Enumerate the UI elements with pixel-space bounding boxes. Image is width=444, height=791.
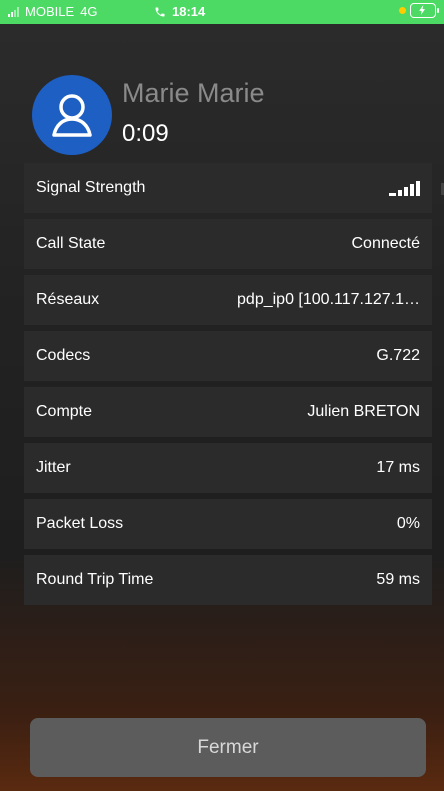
stat-row-signal-strength: Signal Strength: [24, 163, 432, 213]
stat-label: Round Trip Time: [36, 571, 154, 588]
stat-value: Julien BRETON: [307, 403, 420, 420]
stat-label: Jitter: [36, 459, 71, 476]
cellular-signal-icon: [8, 6, 19, 17]
call-duration: 0:09: [122, 120, 169, 147]
status-right: [399, 3, 439, 18]
battery-charging-icon: [410, 3, 439, 18]
stat-value: 0%: [396, 515, 420, 532]
stat-value: 59 ms: [376, 571, 420, 588]
person-icon: [52, 94, 92, 137]
status-bar: MOBILE 4G 18:14: [0, 0, 444, 24]
stat-row-account: Compte Julien BRETON: [24, 387, 432, 437]
stat-label: Call State: [36, 235, 106, 252]
stat-row-jitter: Jitter 17 ms: [24, 443, 432, 493]
stat-value: pdp_ip0 [100.117.127.1…: [237, 291, 420, 308]
stat-value: Connecté: [351, 235, 421, 252]
stat-value: G.722: [376, 347, 420, 364]
carrier-name: MOBILE: [25, 4, 75, 19]
stat-value: 17 ms: [376, 459, 420, 476]
caller-name: Marie Marie: [122, 78, 265, 108]
stat-label: Compte: [36, 403, 93, 420]
network-type: 4G: [80, 4, 98, 19]
stat-label: Signal Strength: [36, 179, 146, 196]
stat-row-codecs: Codecs G.722: [24, 331, 432, 381]
caller-avatar: [32, 75, 112, 155]
status-time: 18:14: [172, 4, 206, 19]
phone-icon: [155, 7, 165, 16]
stat-row-packet-loss: Packet Loss 0%: [24, 499, 432, 549]
signal-bars-icon: [389, 180, 420, 196]
orange-dot-icon: [399, 7, 406, 14]
status-call-indicator[interactable]: 18:14: [154, 4, 205, 19]
stat-label: Réseaux: [36, 291, 100, 308]
stat-row-network: Réseaux pdp_ip0 [100.117.127.1…: [24, 275, 432, 325]
call-stats-list: Signal Strength Call State Connecté Rése…: [24, 163, 432, 611]
stat-row-call-state: Call State Connecté: [24, 219, 432, 269]
close-button[interactable]: Fermer: [30, 718, 426, 777]
stat-label: Packet Loss: [36, 515, 124, 532]
stat-row-round-trip-time: Round Trip Time 59 ms: [24, 555, 432, 605]
stat-label: Codecs: [36, 347, 91, 364]
status-left: MOBILE 4G: [8, 4, 97, 19]
